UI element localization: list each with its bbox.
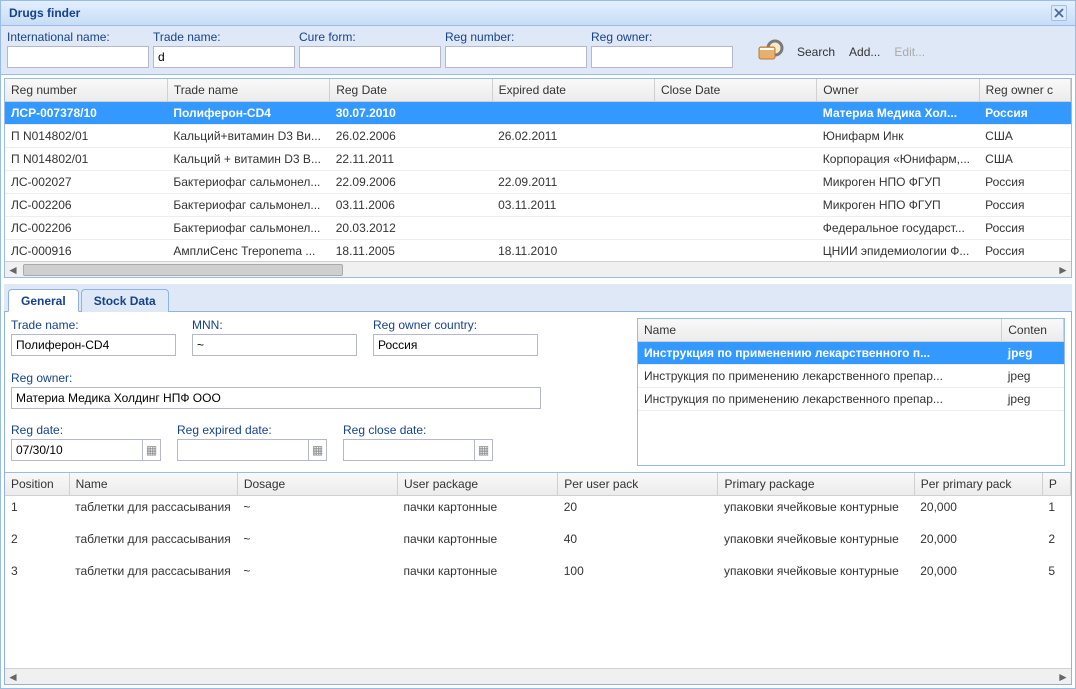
- detail-regownerc-input[interactable]: [373, 334, 538, 356]
- pos-col-position[interactable]: Position: [5, 473, 69, 496]
- detail-trade-label: Trade name:: [11, 318, 176, 332]
- table-row[interactable]: 3таблетки для рассасывания~пачки картонн…: [5, 560, 1071, 582]
- table-row[interactable]: Инструкция по применению лекарственного …: [638, 342, 1064, 365]
- titlebar: Drugs finder: [1, 1, 1075, 26]
- calendar-icon[interactable]: ▦: [474, 440, 492, 460]
- col-reg-number[interactable]: Reg number: [5, 79, 167, 102]
- table-row[interactable]: 2таблетки для рассасывания~пачки картонн…: [5, 528, 1071, 550]
- general-panel: Trade name: MNN: Reg owner country: Reg …: [4, 312, 1072, 685]
- magnifier-icon: [755, 36, 787, 68]
- cure-form-label: Cure form:: [299, 30, 441, 44]
- pos-col-per-user-pack[interactable]: Per user pack: [558, 473, 718, 496]
- reg-number-input[interactable]: [445, 46, 587, 68]
- col-reg-owner-country[interactable]: Reg owner c: [979, 79, 1070, 102]
- detail-mnn-input[interactable]: [192, 334, 357, 356]
- pos-col-dosage[interactable]: Dosage: [237, 473, 397, 496]
- detail-regdate-input[interactable]: [11, 439, 161, 461]
- table-row[interactable]: ЛС-000916АмплиСенс Treponema ...18.11.20…: [5, 240, 1071, 262]
- results-grid: Reg number Trade name Reg Date Expired d…: [4, 78, 1072, 278]
- detail-tabs: General Stock Data: [4, 284, 1072, 312]
- detail-regexp-label: Reg expired date:: [177, 423, 327, 437]
- col-owner[interactable]: Owner: [817, 79, 979, 102]
- detail-mnn-label: MNN:: [192, 318, 357, 332]
- table-row[interactable]: ЛС-002206Бактериофаг сальмонел...03.11.2…: [5, 194, 1071, 217]
- search-button[interactable]: Search: [793, 45, 839, 59]
- scroll-left-icon[interactable]: ◄: [5, 263, 21, 277]
- positions-grid: Position Name Dosage User package Per us…: [5, 472, 1071, 668]
- table-row[interactable]: ЛС-002206Бактериофаг сальмонел...20.03.2…: [5, 217, 1071, 240]
- positions-horizontal-scrollbar[interactable]: ◄ ►: [5, 668, 1071, 684]
- reg-owner-input[interactable]: [591, 46, 733, 68]
- scroll-right-icon[interactable]: ►: [1055, 263, 1071, 277]
- intl-name-label: International name:: [7, 30, 149, 44]
- pos-col-primary-package[interactable]: Primary package: [718, 473, 914, 496]
- edit-button: Edit...: [890, 45, 929, 59]
- detail-regowner-label: Reg owner:: [11, 371, 631, 385]
- window: Drugs finder International name: Trade n…: [0, 0, 1076, 689]
- files-grid: Name Conten Инструкция по применению лек…: [637, 318, 1065, 466]
- detail-regexp-input[interactable]: [177, 439, 327, 461]
- intl-name-input[interactable]: [7, 46, 149, 68]
- trade-name-label: Trade name:: [153, 30, 295, 44]
- pos-col-per-primary-pack[interactable]: Per primary pack: [914, 473, 1042, 496]
- detail-regdate-label: Reg date:: [11, 423, 161, 437]
- reg-owner-label: Reg owner:: [591, 30, 733, 44]
- files-col-name[interactable]: Name: [638, 319, 1002, 342]
- col-reg-date[interactable]: Reg Date: [330, 79, 492, 102]
- window-title: Drugs finder: [9, 6, 80, 20]
- reg-number-label: Reg number:: [445, 30, 587, 44]
- trade-name-input[interactable]: [153, 46, 295, 68]
- detail-form: Trade name: MNN: Reg owner country: Reg …: [11, 318, 631, 466]
- table-row[interactable]: П N014802/01Кальций + витамин D3 В...22.…: [5, 148, 1071, 171]
- col-expired-date[interactable]: Expired date: [492, 79, 654, 102]
- close-icon[interactable]: [1051, 5, 1067, 21]
- add-button[interactable]: Add...: [845, 45, 884, 59]
- calendar-icon[interactable]: ▦: [142, 440, 160, 460]
- table-row[interactable]: Инструкция по применению лекарственного …: [638, 365, 1064, 388]
- tab-stock-data[interactable]: Stock Data: [81, 289, 169, 312]
- table-row[interactable]: ЛС-002027Бактериофаг сальмонел...22.09.2…: [5, 171, 1071, 194]
- table-row[interactable]: 1таблетки для рассасывания~пачки картонн…: [5, 496, 1071, 519]
- grid-header-row: Reg number Trade name Reg Date Expired d…: [5, 79, 1071, 102]
- scroll-thumb[interactable]: [23, 264, 343, 276]
- scroll-left-icon[interactable]: ◄: [5, 670, 21, 684]
- detail-regclose-input[interactable]: [343, 439, 493, 461]
- scroll-right-icon[interactable]: ►: [1055, 670, 1071, 684]
- table-row[interactable]: ЛСР-007378/10Полиферон-CD430.07.2010Мате…: [5, 102, 1071, 125]
- col-close-date[interactable]: Close Date: [654, 79, 816, 102]
- col-trade-name[interactable]: Trade name: [167, 79, 329, 102]
- grid-horizontal-scrollbar[interactable]: ◄ ►: [5, 261, 1071, 277]
- detail-regownerc-label: Reg owner country:: [373, 318, 538, 332]
- cure-form-input[interactable]: [299, 46, 441, 68]
- files-col-content[interactable]: Conten: [1002, 319, 1064, 342]
- calendar-icon[interactable]: ▦: [308, 440, 326, 460]
- detail-regclose-label: Reg close date:: [343, 423, 493, 437]
- table-row[interactable]: П N014802/01Кальций+витамин D3 Ви...26.0…: [5, 125, 1071, 148]
- tab-general[interactable]: General: [8, 289, 79, 312]
- pos-col-name[interactable]: Name: [69, 473, 237, 496]
- search-bar: International name: Trade name: Cure for…: [1, 26, 1075, 75]
- detail-regowner-input[interactable]: [11, 387, 541, 409]
- pos-col-p[interactable]: P: [1042, 473, 1070, 496]
- pos-col-user-package[interactable]: User package: [398, 473, 558, 496]
- table-row[interactable]: Инструкция по применению лекарственного …: [638, 388, 1064, 411]
- detail-trade-input[interactable]: [11, 334, 176, 356]
